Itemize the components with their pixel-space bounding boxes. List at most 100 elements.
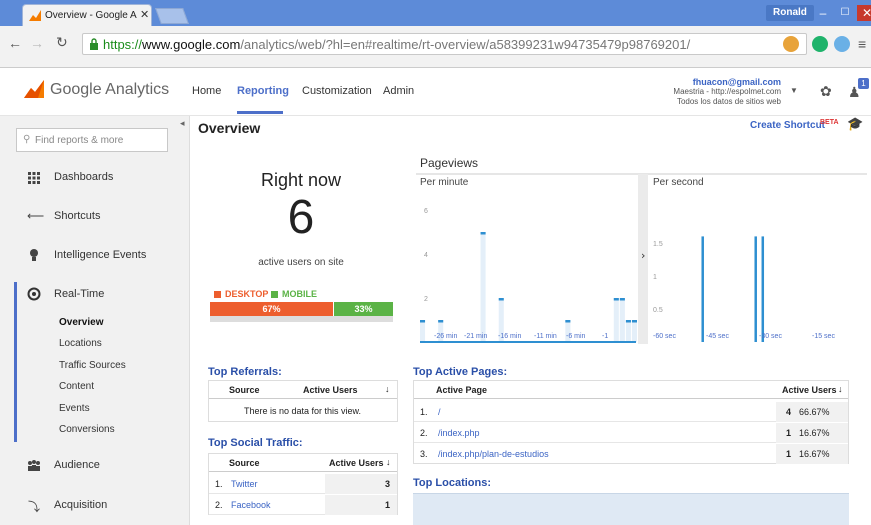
sidebar-sub-events[interactable]: Events (59, 403, 90, 414)
top-pages-title: Top Active Pages: (413, 366, 508, 378)
table-header: Source Active Users ↓ (209, 454, 397, 472)
second-bar (761, 236, 765, 342)
extension-icon[interactable] (783, 36, 799, 52)
new-tab-button[interactable] (155, 8, 189, 24)
minute-bar (480, 232, 486, 342)
right-now-label: Right now (260, 170, 342, 190)
nav-admin[interactable]: Admin (383, 85, 414, 97)
address-bar[interactable]: https://www.google.com/analytics/web/?hl… (82, 33, 807, 55)
sidebar-sub-overview[interactable]: Overview (59, 317, 103, 328)
gear-icon[interactable]: ✿ (820, 83, 832, 100)
row-number: 1. (420, 407, 428, 417)
x-tick-label: -26 min (434, 333, 457, 340)
search-input[interactable] (35, 132, 163, 148)
active-users-value: 1 (786, 449, 792, 459)
sidebar-item-label: Dashboards (54, 171, 114, 183)
col-active-users[interactable]: Active Users (303, 385, 358, 395)
sidebar-item-audience[interactable]: Audience (0, 455, 190, 477)
ga-logo-icon (24, 80, 44, 98)
table-row[interactable]: 2. /index.php 1 16.67% (414, 423, 848, 443)
col-active-users[interactable]: Active Users (782, 385, 837, 395)
nav-reporting[interactable]: Reporting (237, 85, 289, 97)
sidebar-item-label: Intelligence Events (54, 249, 147, 261)
page-link[interactable]: / (438, 407, 441, 417)
x-tick-label: -45 sec (706, 333, 729, 340)
reload-icon[interactable]: ↻ (56, 34, 68, 51)
y-tick-label: 1 (653, 274, 657, 281)
browser-tab[interactable]: Overview - Google Analyti ✕ (22, 4, 152, 26)
y-tick-label: 4 (424, 252, 428, 259)
sidebar-item-label: Real-Time (54, 288, 105, 300)
minute-bar (631, 320, 637, 342)
realtime-icon (27, 287, 41, 301)
mobile-share-segment: 33% (334, 302, 393, 316)
extension-icon[interactable] (812, 36, 828, 52)
locations-map[interactable] (413, 493, 849, 525)
sidebar-sub-conversions[interactable]: Conversions (59, 424, 115, 435)
source-link[interactable]: Facebook (231, 500, 271, 510)
table-row[interactable]: 2. Facebook 1 (209, 495, 397, 515)
search-icon: ⚲ (23, 134, 31, 145)
extension-icon[interactable] (834, 36, 850, 52)
page-link[interactable]: /index.php (438, 428, 480, 438)
col-source[interactable]: Source (229, 458, 260, 468)
sort-arrow-icon[interactable]: ↓ (385, 384, 390, 394)
table-row[interactable]: 1. / 4 66.67% (414, 402, 848, 422)
nav-customization[interactable]: Customization (302, 85, 372, 97)
desktop-share-segment: 67% (210, 302, 333, 316)
sidebar-item-shortcuts[interactable]: ⟵ Shortcuts (0, 206, 190, 228)
source-link[interactable]: Twitter (231, 479, 258, 489)
x-tick-label: -15 sec (812, 333, 835, 340)
sort-arrow-icon[interactable]: ↓ (386, 457, 391, 467)
collapse-sidebar-icon[interactable]: ◂ (180, 118, 185, 129)
sidebar-item-acquisition[interactable]: ⤵ Acquisition (0, 495, 190, 517)
account-selector[interactable]: fhuacon@gmail.com Maestria - http://espo… (673, 77, 781, 107)
sidebar-item-intelligence-events[interactable]: Intelligence Events (0, 245, 190, 267)
second-bar (754, 236, 757, 342)
col-source[interactable]: Source (229, 385, 260, 395)
create-shortcut-link[interactable]: Create Shortcut (750, 120, 825, 131)
sidebar-sub-traffic-sources[interactable]: Traffic Sources (59, 360, 126, 371)
active-users-value: 3 (385, 479, 391, 489)
col-active-page[interactable]: Active Page (436, 385, 487, 395)
back-icon[interactable]: ← (8, 35, 22, 51)
minimize-icon[interactable]: – (814, 5, 832, 21)
sidebar-search[interactable]: ⚲ (16, 128, 168, 152)
table-header: Active Page Active Users ↓ (414, 381, 848, 399)
sidebar-sub-locations[interactable]: Locations (59, 338, 102, 349)
analytics-favicon-icon (29, 10, 41, 21)
forward-icon[interactable]: → (30, 35, 44, 51)
sidebar-sub-content[interactable]: Content (59, 381, 94, 392)
table-row[interactable]: 1. Twitter 3 (209, 474, 397, 494)
nav-home[interactable]: Home (192, 85, 221, 97)
minute-bar (420, 320, 426, 342)
close-window-icon[interactable]: ✕ (857, 5, 871, 21)
maximize-icon[interactable]: ☐ (836, 5, 854, 21)
profile-badge[interactable]: Ronald (766, 5, 814, 21)
col-active-users[interactable]: Active Users (329, 458, 384, 468)
minute-bar-cap (480, 232, 486, 235)
active-users-value: 1 (385, 500, 391, 510)
table-row[interactable]: 3. /index.php/plan-de-estudios 1 16.67% (414, 444, 848, 464)
pageviews-title: Pageviews (420, 156, 479, 170)
sidebar-item-realtime[interactable]: Real-Time (0, 284, 190, 306)
top-referrals-title: Top Referrals: (208, 366, 282, 378)
chevron-down-icon[interactable]: ▼ (790, 86, 798, 95)
page-link[interactable]: /index.php/plan-de-estudios (438, 449, 549, 459)
sort-arrow-icon[interactable]: ↓ (838, 384, 843, 394)
account-property: Maestria - http://espolmet.com (673, 87, 781, 96)
ga-logo-text[interactable]: Google Analytics (50, 81, 169, 99)
lock-icon (90, 38, 98, 50)
top-referrals-table: Source Active Users ↓ There is no data f… (208, 380, 398, 422)
minute-bar-cap (625, 320, 631, 323)
active-users-label: active users on site (258, 257, 344, 268)
sidebar-item-dashboards[interactable]: Dashboards (0, 167, 190, 189)
menu-icon[interactable]: ≡ (858, 36, 866, 52)
tab-close-icon[interactable]: ✕ (140, 8, 149, 21)
x-tick-label: -21 min (464, 333, 487, 340)
graduation-cap-icon[interactable]: 🎓 (847, 116, 863, 132)
active-users-value: 4 (786, 407, 792, 417)
y-tick-label: 6 (424, 208, 428, 215)
empty-message: There is no data for this view. (244, 406, 362, 416)
desktop-legend-swatch (214, 291, 221, 298)
